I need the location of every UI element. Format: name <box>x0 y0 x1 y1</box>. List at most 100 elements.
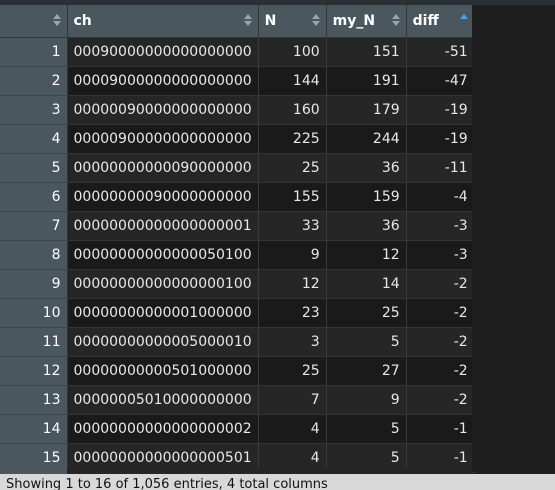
diff-cell: -11 <box>406 153 475 183</box>
table-row[interactable]: 12 00000000000501000000 25 27 -2 <box>0 356 475 386</box>
diff-cell: -19 <box>406 124 475 154</box>
diff-cell: -19 <box>406 95 475 125</box>
n-cell: 25 <box>258 153 327 183</box>
row-number-cell: 6 <box>0 182 68 212</box>
ch-cell: 00000000000001000000 <box>67 298 259 328</box>
ch-cell: 00000000000090000000 <box>67 153 259 183</box>
n-cell: 225 <box>258 124 327 154</box>
table-row[interactable]: 5 00000000000090000000 25 36 -11 <box>0 153 475 183</box>
diff-cell: -51 <box>406 37 475 67</box>
sort-ascending-icon[interactable] <box>459 14 468 26</box>
n-cell: 33 <box>258 211 327 241</box>
my-n-cell: 179 <box>326 95 407 125</box>
column-header-label: my_N <box>332 12 376 29</box>
sort-icon[interactable] <box>52 14 61 26</box>
diff-cell: -2 <box>406 385 475 415</box>
data-grid: ch N my_N diff 1 00090000000000000000 100 1… <box>0 5 475 473</box>
my-n-cell: 36 <box>326 211 407 241</box>
table-row[interactable]: 2 00009000000000000000 144 191 -47 <box>0 66 475 96</box>
row-number-cell: 12 <box>0 356 68 386</box>
my-n-cell: 5 <box>326 414 407 444</box>
n-cell: 100 <box>258 37 327 67</box>
table-row[interactable]: 9 00000000000000000100 12 14 -2 <box>0 269 475 299</box>
ch-cell: 00090000000000000000 <box>67 37 259 67</box>
column-header-rownum[interactable] <box>0 5 68 38</box>
sort-icon[interactable] <box>311 14 320 26</box>
row-number-cell: 7 <box>0 211 68 241</box>
n-cell: 4 <box>258 414 327 444</box>
sort-icon[interactable] <box>243 14 252 26</box>
data-viewer: ch N my_N diff 1 00090000000000000000 100 1… <box>0 0 555 490</box>
diff-cell: -2 <box>406 356 475 386</box>
table-row[interactable]: 8 00000000000000050100 9 12 -3 <box>0 240 475 270</box>
header-row: ch N my_N diff <box>0 5 475 38</box>
row-number-cell: 3 <box>0 95 68 125</box>
row-number-cell: 8 <box>0 240 68 270</box>
column-header-label: ch <box>73 12 92 29</box>
column-header-diff[interactable]: diff <box>406 5 475 38</box>
row-number-cell: 14 <box>0 414 68 444</box>
ch-cell: 00000090000000000000 <box>67 95 259 125</box>
table-row[interactable]: 4 00000900000000000000 225 244 -19 <box>0 124 475 154</box>
ch-cell: 00000000000000000002 <box>67 414 259 444</box>
ch-cell: 00000000000000000001 <box>67 211 259 241</box>
my-n-cell: 25 <box>326 298 407 328</box>
my-n-cell: 244 <box>326 124 407 154</box>
ch-cell: 00000000000005000010 <box>67 327 259 357</box>
ch-cell: 00000000090000000000 <box>67 182 259 212</box>
ch-cell: 00000000000000000100 <box>67 269 259 299</box>
n-cell: 144 <box>258 66 327 96</box>
ch-cell: 00000900000000000000 <box>67 124 259 154</box>
my-n-cell: 191 <box>326 66 407 96</box>
row-number-cell: 2 <box>0 66 68 96</box>
table-row[interactable]: 13 00000005010000000000 7 9 -2 <box>0 385 475 415</box>
table-row[interactable]: 1 00090000000000000000 100 151 -51 <box>0 37 475 67</box>
my-n-cell: 159 <box>326 182 407 212</box>
diff-cell: -47 <box>406 66 475 96</box>
table-row[interactable]: 10 00000000000001000000 23 25 -2 <box>0 298 475 328</box>
row-number-cell: 9 <box>0 269 68 299</box>
n-cell: 7 <box>258 385 327 415</box>
empty-viewport-area <box>472 5 555 472</box>
diff-cell: -4 <box>406 182 475 212</box>
column-header-label: diff <box>412 12 439 29</box>
table-row[interactable]: 14 00000000000000000002 4 5 -1 <box>0 414 475 444</box>
table-row[interactable]: 11 00000000000005000010 3 5 -2 <box>0 327 475 357</box>
ch-cell: 00000005010000000000 <box>67 385 259 415</box>
table-row[interactable]: 7 00000000000000000001 33 36 -3 <box>0 211 475 241</box>
my-n-cell: 36 <box>326 153 407 183</box>
my-n-cell: 14 <box>326 269 407 299</box>
sort-icon[interactable] <box>391 14 400 26</box>
n-cell: 160 <box>258 95 327 125</box>
row-number-cell: 13 <box>0 385 68 415</box>
ch-cell: 00000000000000050100 <box>67 240 259 270</box>
row-number-cell: 10 <box>0 298 68 328</box>
diff-cell: -2 <box>406 298 475 328</box>
my-n-cell: 5 <box>326 327 407 357</box>
diff-cell: -2 <box>406 269 475 299</box>
table-row[interactable]: 6 00000000090000000000 155 159 -4 <box>0 182 475 212</box>
diff-cell: -3 <box>406 211 475 241</box>
diff-cell: -3 <box>406 240 475 270</box>
column-header-ch[interactable]: ch <box>67 5 259 38</box>
my-n-cell: 151 <box>326 37 407 67</box>
diff-cell: -1 <box>406 414 475 444</box>
row-number-cell: 11 <box>0 327 68 357</box>
n-cell: 25 <box>258 356 327 386</box>
column-header-my-n[interactable]: my_N <box>326 5 407 38</box>
column-header-label: N <box>264 12 277 29</box>
entries-status-text: Showing 1 to 16 of 1,056 entries, 4 tota… <box>6 477 328 490</box>
my-n-cell: 9 <box>326 385 407 415</box>
my-n-cell: 12 <box>326 240 407 270</box>
n-cell: 3 <box>258 327 327 357</box>
my-n-cell: 27 <box>326 356 407 386</box>
table-row[interactable]: 3 00000090000000000000 160 179 -19 <box>0 95 475 125</box>
ch-cell: 00009000000000000000 <box>67 66 259 96</box>
table-body: 1 00090000000000000000 100 151 -51 2 000090000… <box>0 37 475 473</box>
row-number-cell: 5 <box>0 153 68 183</box>
column-header-n[interactable]: N <box>258 5 327 38</box>
row-number-cell: 1 <box>0 37 68 67</box>
n-cell: 9 <box>258 240 327 270</box>
row-number-cell: 4 <box>0 124 68 154</box>
ch-cell: 00000000000501000000 <box>67 356 259 386</box>
